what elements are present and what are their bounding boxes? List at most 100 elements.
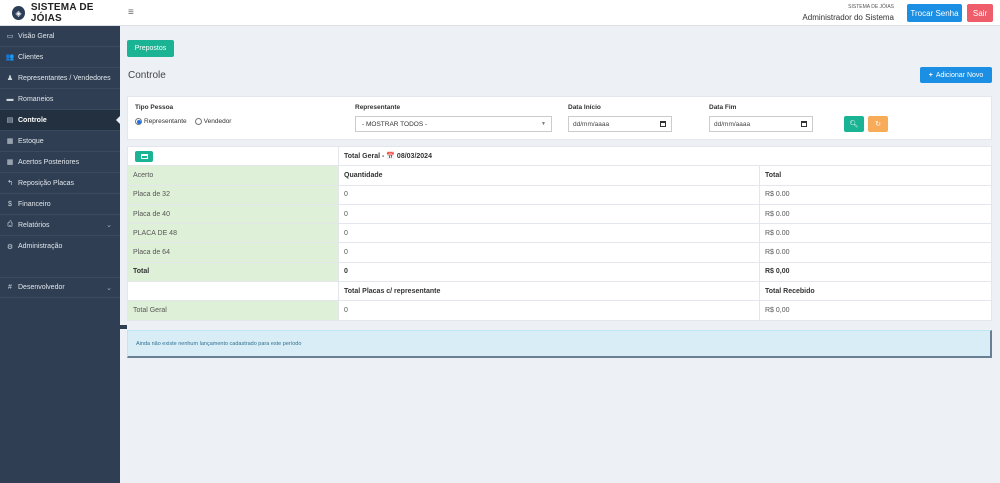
- sidebar-item-romaneios[interactable]: ▬ Romaneios: [0, 89, 120, 110]
- row-total: R$ 0.00: [759, 223, 992, 244]
- list-alt-icon: ▤: [6, 117, 14, 124]
- row-quantidade: 0: [338, 184, 760, 205]
- row-total: R$ 0.00: [759, 242, 992, 263]
- grid-icon: ▦: [6, 138, 14, 145]
- chevron-down-icon: ⌄: [106, 222, 112, 229]
- logout-button[interactable]: Sair: [967, 4, 993, 22]
- col-header-total: Total: [759, 165, 992, 186]
- data-fim-placeholder: dd/mm/aaaa: [714, 120, 751, 128]
- user-info: SISTEMA DE JÓIAS Administrador do Sistem…: [802, 4, 894, 22]
- add-new-button[interactable]: + Adicionar Novo: [920, 67, 992, 83]
- filter-panel: Tipo Pessoa Representante Vendedor Repre…: [127, 96, 992, 140]
- total-label: Total: [127, 261, 339, 283]
- summary-header-placas: Total Placas c/ representante: [338, 281, 760, 302]
- total-quantidade: 0: [338, 261, 760, 283]
- sidebar-item-label: Romaneios: [18, 95, 54, 103]
- row-quantidade: 0: [338, 242, 760, 263]
- summary-placas: 0: [338, 300, 760, 321]
- sidebar-item-label: Financeiro: [18, 200, 51, 208]
- tipo-pessoa-label: Tipo Pessoa: [135, 104, 174, 111]
- row-label: Placa de 32: [127, 184, 339, 205]
- radio-representante[interactable]: [135, 118, 142, 125]
- sidebar-item-controle[interactable]: ▤ Controle: [0, 110, 120, 131]
- representante-select-value: - MOSTRAR TODOS -: [362, 120, 428, 128]
- refresh-icon: ↻: [875, 121, 881, 128]
- sidebar-item-desenvolvedor[interactable]: # Desenvolvedor ⌄: [0, 277, 120, 298]
- sidebar-item-acertos-posteriores[interactable]: ▦ Acertos Posteriores: [0, 152, 120, 173]
- sidebar-item-clientes[interactable]: 👥 Clientes: [0, 47, 120, 68]
- add-new-label: Adicionar Novo: [935, 71, 984, 79]
- sidebar-item-representantes[interactable]: ♟ Representantes / Vendedores: [0, 68, 120, 89]
- print-icon: ⎙: [7, 221, 13, 228]
- data-inicio-placeholder: dd/mm/aaaa: [573, 120, 610, 128]
- sidebar-item-reposicao-placas[interactable]: ↰ Reposição Placas: [0, 173, 120, 194]
- radio-vendedor[interactable]: [194, 118, 202, 125]
- radio-representante-label[interactable]: Representante: [144, 118, 187, 125]
- reply-icon: ↰: [7, 180, 13, 187]
- dollar-icon: $: [8, 200, 12, 208]
- table-total-row: Total 0 R$ 0,00: [127, 261, 992, 283]
- refresh-button[interactable]: ↻: [868, 116, 888, 132]
- calendar-icon: ▦: [6, 159, 14, 166]
- sidebar-item-label: Acertos Posteriores: [18, 158, 80, 166]
- print-button[interactable]: [135, 150, 153, 162]
- menu-toggle-icon[interactable]: ≡: [128, 7, 134, 18]
- data-fim-input[interactable]: dd/mm/aaaa: [709, 116, 813, 132]
- caret-down-icon: ▼: [541, 121, 546, 127]
- summary-row: Total Geral 0 R$ 0,00: [127, 300, 992, 321]
- table-header-row: Acerto Quantidade Total: [127, 165, 992, 186]
- sidebar-item-administracao[interactable]: ⚙ Administração: [0, 236, 120, 257]
- sidebar-item-financeiro[interactable]: $ Financeiro: [0, 194, 120, 215]
- sidebar-item-label: Representantes / Vendedores: [18, 74, 111, 82]
- top-bar: ◈ SISTEMA DE JÓIAS ≡ SISTEMA DE JÓIAS Ad…: [0, 0, 1000, 26]
- col-header-quantidade: Quantidade: [338, 165, 760, 186]
- row-label: Placa de 64: [127, 242, 339, 263]
- prepostos-button[interactable]: Prepostos: [127, 40, 174, 57]
- radio-vendedor-label[interactable]: Vendedor: [204, 118, 232, 125]
- table-row: PLACA DE 48 0 R$ 0.00: [127, 223, 992, 244]
- tipo-pessoa-radio-group: Representante Vendedor: [135, 118, 239, 125]
- sidebar-item-label: Desenvolvedor: [18, 284, 65, 291]
- summary-recebido: R$ 0,00: [759, 300, 992, 321]
- row-quantidade: 0: [338, 203, 760, 225]
- representante-select[interactable]: - MOSTRAR TODOS - ▼: [355, 116, 552, 132]
- col-header-acerto: Acerto: [127, 165, 339, 186]
- table-row: Placa de 40 0 R$ 0.00: [127, 203, 992, 225]
- data-fim-label: Data Fim: [709, 104, 737, 111]
- calendar-icon[interactable]: [660, 121, 666, 127]
- search-button[interactable]: 🔍︎: [844, 116, 864, 132]
- sidebar-item-label: Clientes: [18, 53, 44, 61]
- users-icon: 👥: [5, 54, 15, 61]
- system-name-small: SISTEMA DE JÓIAS: [848, 4, 894, 10]
- data-inicio-label: Data Início: [568, 104, 601, 111]
- summary-header-row: Total Placas c/ representante Total Rece…: [127, 281, 992, 302]
- total-geral-header: Total Geral - 📅 08/03/2024: [338, 145, 992, 167]
- sidebar-item-relatorios[interactable]: ⎙ Relatórios ⌄: [0, 215, 120, 236]
- sidebar-item-visao-geral[interactable]: ▭ Visão Geral: [0, 26, 120, 47]
- representante-label: Representante: [355, 104, 401, 111]
- hashtag-icon: #: [8, 284, 12, 291]
- change-password-button[interactable]: Trocar Senha: [907, 4, 962, 22]
- sidebar: ▭ Visão Geral 👥 Clientes ♟ Representante…: [0, 26, 120, 483]
- page-title: Controle: [128, 70, 166, 81]
- row-label: Placa de 40: [127, 203, 339, 225]
- briefcase-icon: ▬: [6, 95, 14, 103]
- row-label: PLACA DE 48: [127, 223, 339, 244]
- sidebar-item-label: Relatórios: [18, 221, 50, 229]
- plus-icon: +: [928, 71, 933, 79]
- calendar-icon[interactable]: [801, 121, 807, 127]
- divider-mark: [120, 325, 127, 329]
- controle-table: Total Geral - 📅 08/03/2024 Acerto Quanti…: [127, 145, 992, 321]
- summary-header-empty: [127, 281, 339, 302]
- data-inicio-input[interactable]: dd/mm/aaaa: [568, 116, 672, 132]
- row-total: R$ 0.00: [759, 203, 992, 225]
- info-alert: Ainda não existe nenhum lançamento cadas…: [127, 330, 992, 358]
- sidebar-item-estoque[interactable]: ▦ Estoque: [0, 131, 120, 152]
- print-cell: [127, 145, 339, 167]
- print-icon: [140, 153, 148, 159]
- user-secret-icon: ♟: [6, 75, 14, 82]
- total-valor: R$ 0,00: [759, 261, 992, 283]
- summary-header-recebido: Total Recebido: [759, 281, 992, 302]
- brand[interactable]: ◈ SISTEMA DE JÓIAS: [0, 0, 120, 26]
